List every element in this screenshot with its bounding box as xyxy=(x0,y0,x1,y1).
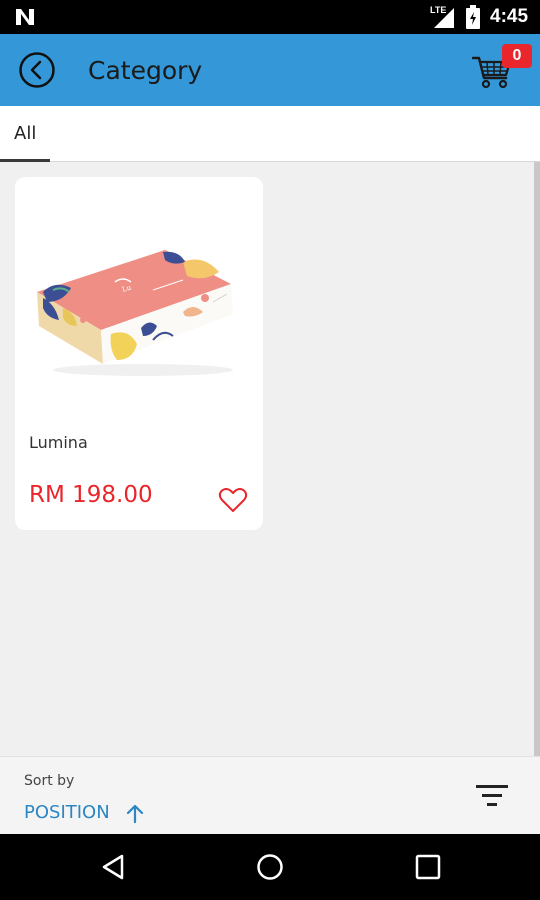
system-nav-bar xyxy=(0,834,540,900)
category-tabs: All xyxy=(0,106,540,162)
nav-home-icon xyxy=(257,854,283,880)
back-button[interactable] xyxy=(18,51,56,89)
sort-direction-button[interactable] xyxy=(125,802,145,824)
signal-icon xyxy=(434,8,454,28)
tab-all[interactable]: All xyxy=(0,106,50,162)
heart-icon xyxy=(218,488,248,512)
nav-back-button[interactable] xyxy=(100,853,128,881)
app-bar: Category 0 xyxy=(0,34,540,106)
wishlist-button[interactable] xyxy=(218,486,248,514)
product-card[interactable]: Lu Lumina RM 198.00 xyxy=(15,177,263,530)
clock: 4:45 xyxy=(490,6,529,27)
nav-home-button[interactable] xyxy=(256,853,284,881)
page-title: Category xyxy=(88,56,203,85)
product-name: Lumina xyxy=(29,433,88,452)
nav-recents-icon xyxy=(415,854,441,880)
status-bar: LTE 4:45 xyxy=(0,0,540,34)
filter-icon xyxy=(476,785,508,806)
cart-button[interactable]: 0 xyxy=(470,44,532,96)
sort-by-label: Sort by xyxy=(24,773,75,789)
n-icon xyxy=(16,9,34,25)
product-price: RM 198.00 xyxy=(29,482,153,508)
sort-bar: Sort by POSITION xyxy=(0,756,540,834)
cart-count-badge: 0 xyxy=(502,44,532,68)
tissue-box-image: Lu xyxy=(37,250,233,376)
back-icon xyxy=(19,52,55,88)
sort-option[interactable]: POSITION xyxy=(24,802,110,823)
scrollbar[interactable] xyxy=(534,162,540,756)
battery-icon xyxy=(466,5,480,29)
nav-back-icon xyxy=(102,854,124,880)
arrow-up-icon xyxy=(126,804,144,824)
filter-button[interactable] xyxy=(472,781,512,811)
tab-label: All xyxy=(14,123,37,144)
nav-recents-button[interactable] xyxy=(415,854,441,880)
product-grid: Lu Lumina RM 198.00 xyxy=(0,162,540,756)
